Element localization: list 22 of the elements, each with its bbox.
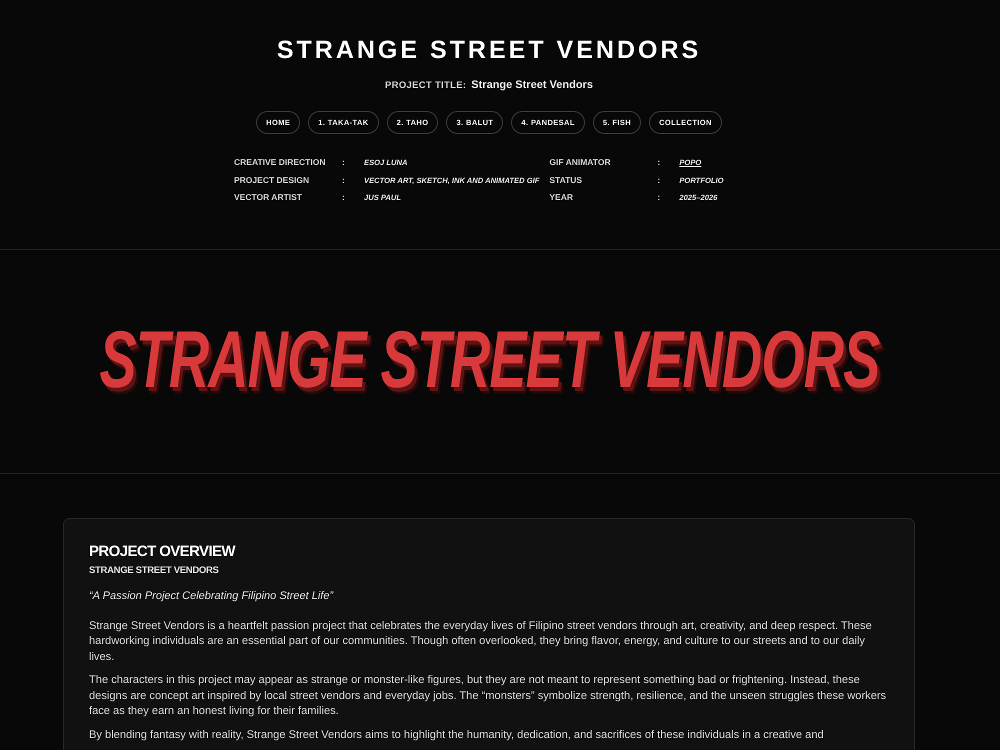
credit-colon: : — [342, 156, 345, 169]
credit-colon: : — [342, 174, 345, 186]
credit-label: GIF ANIMATOR — [549, 156, 611, 169]
credit-colon: : — [657, 174, 660, 186]
overview-tagline: “A Passion Project Celebrating Filipino Street Life” — [89, 588, 334, 602]
overview-paragraph: Strange Street Vendors is a heartfelt passion project that celebrates the everyday lives of Filipino street vendors through art, creativity, and deep respect. These hardworking individuals are an essential part of our communities. Though often overlooked, they bring flavor, energy, and culture to our streets and to our daily lives. — [89, 618, 873, 664]
overview-heading: PROJECT OVERVIEW — [89, 542, 236, 560]
credit-label: YEAR — [549, 191, 573, 204]
overview-paragraph: The characters in this project may appear as strange or monster-like figures, but they are not meant to represent something bad or frightening. Instead, these designs are concept art inspired by local street vendors and everyday jobs. The “monsters” symbolize strength, resilience, and the unseen struggles these workers face as they earn an honest living for their families. — [89, 673, 888, 719]
credit-colon: : — [657, 156, 660, 169]
banner-logo-text: STRANGE STREET VENDORS — [98, 316, 880, 406]
credit-label: CREATIVE DIRECTION — [234, 156, 326, 169]
credit-label: VECTOR ARTIST — [234, 191, 302, 204]
project-title-label: PROJECT TITLE: — [385, 80, 466, 91]
credit-colon: : — [342, 191, 345, 204]
credit-colon: : — [657, 191, 660, 204]
credit-label: PROJECT DESIGN — [234, 174, 310, 186]
overview-paragraph: By blending fantasy with reality, Strange Street Vendors aims to highlight the humanity, dedication, and sacrifices of these individuals in a creative and — [89, 728, 825, 742]
overview-subheading: STRANGE STREET VENDORS — [89, 564, 220, 576]
page-title: STRANGE STREET VENDORS — [276, 36, 702, 64]
project-title-text: Strange Street Vendors — [471, 79, 593, 91]
credit-label: STATUS — [549, 174, 582, 186]
